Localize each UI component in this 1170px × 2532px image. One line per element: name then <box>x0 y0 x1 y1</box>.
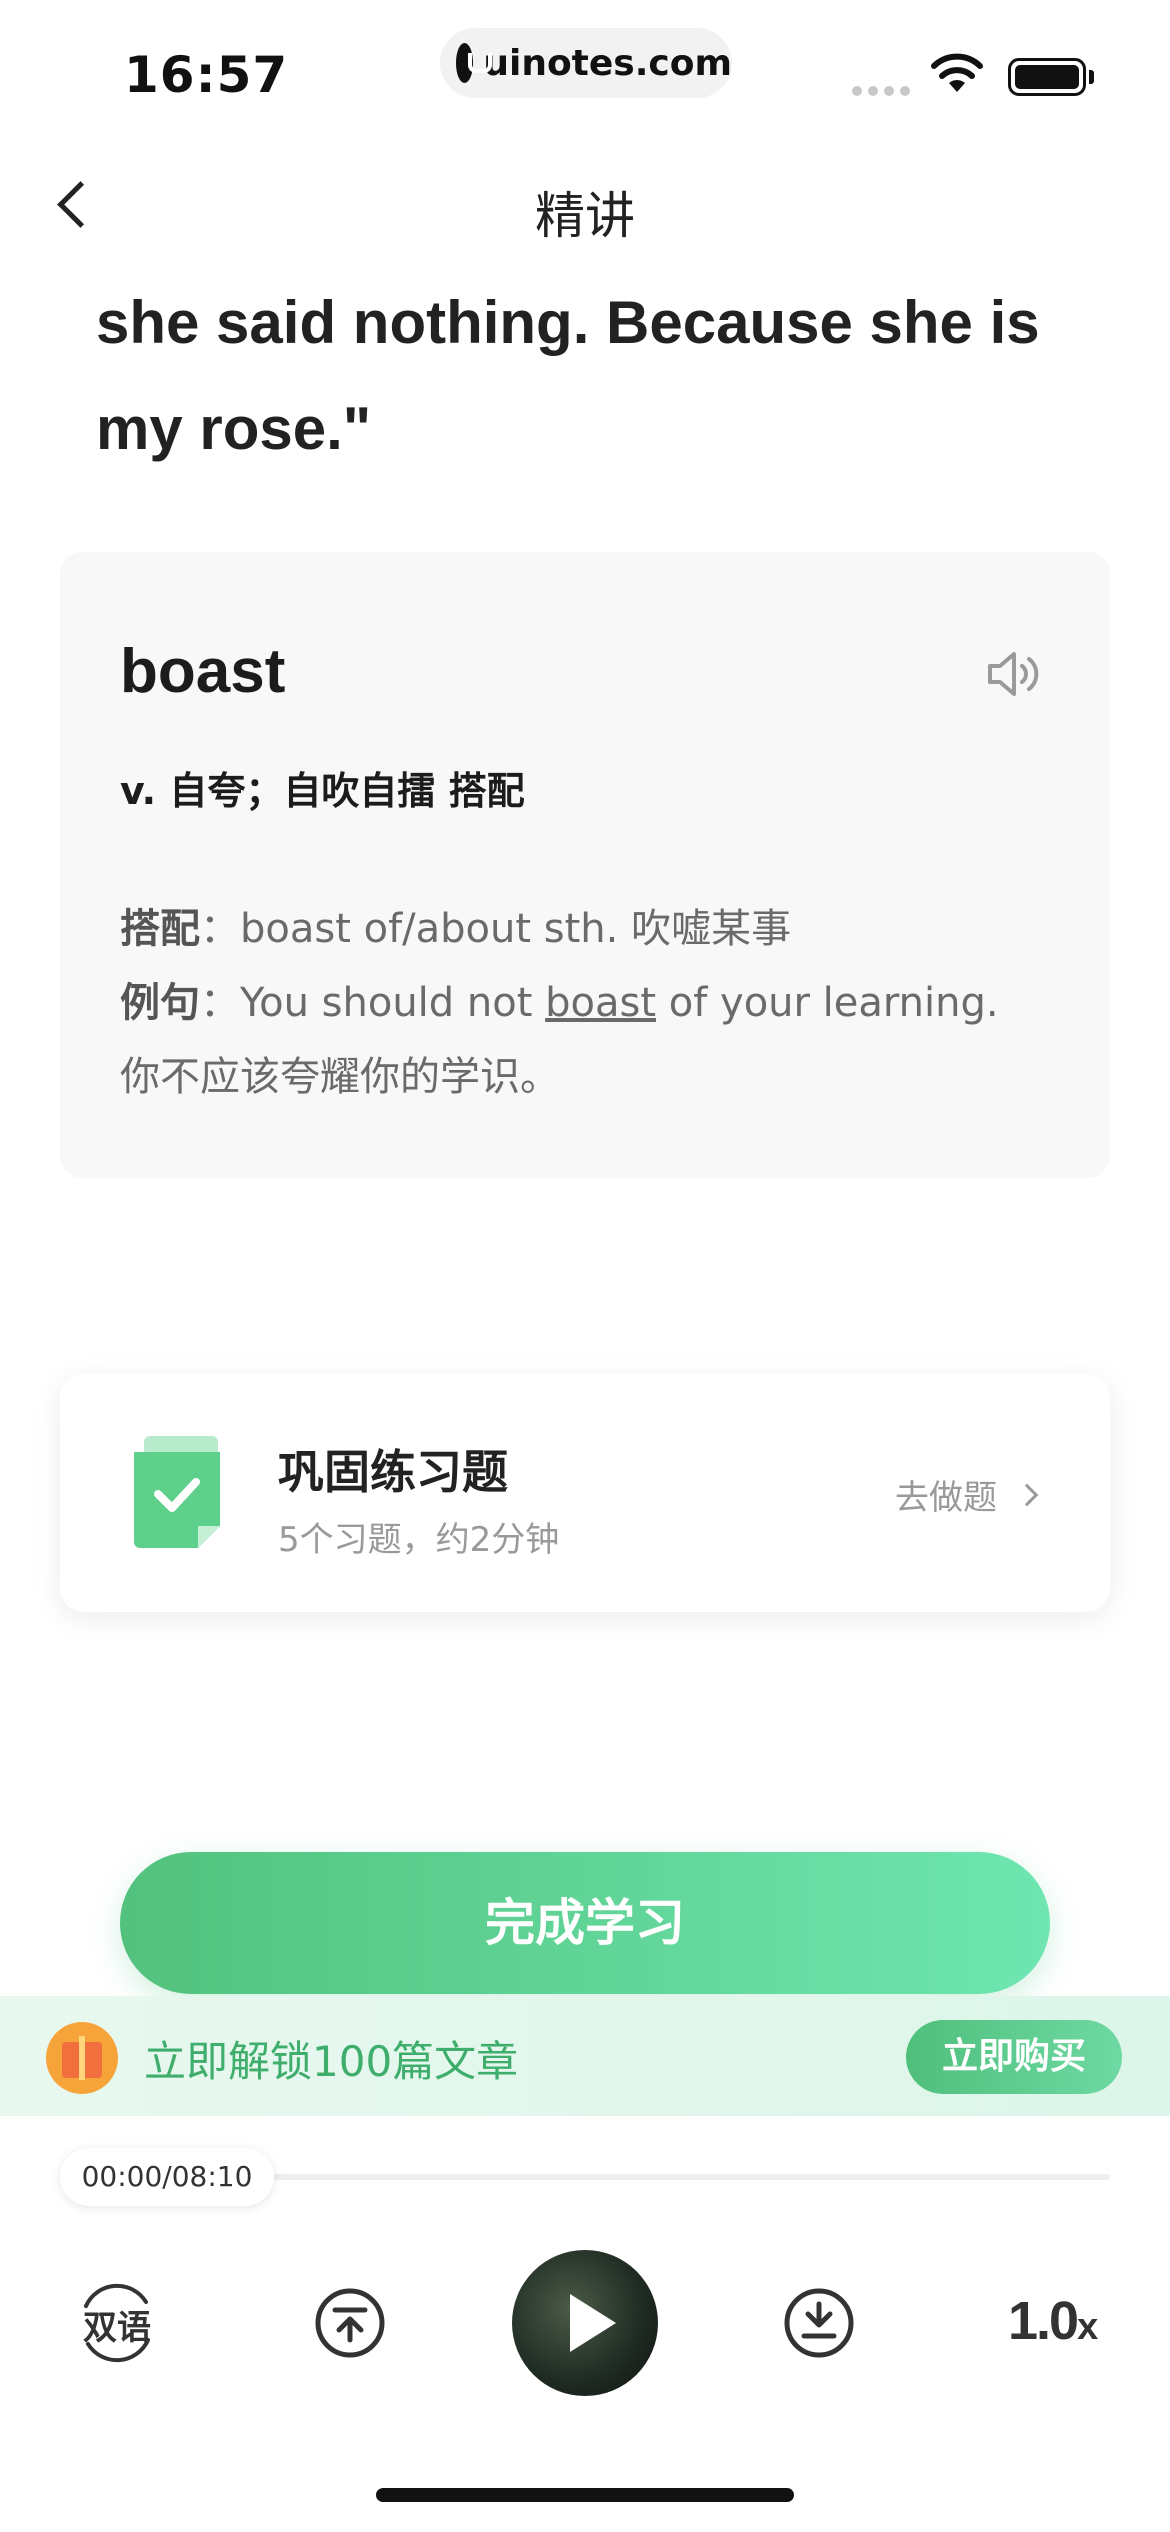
promo-banner[interactable]: 立即解锁100篇文章 立即购买 <box>0 1996 1170 2116</box>
article-line: she said nothing. Because she is <box>96 289 1040 356</box>
chevron-right-icon <box>1015 1483 1039 1506</box>
collocation-text: boast of/about sth. 吹嘘某事 <box>240 906 792 952</box>
signal-icon <box>852 86 910 96</box>
collocation-row: 搭配：boast of/about sth. 吹嘘某事 <box>120 906 792 952</box>
url-pill[interactable]: uinotes.com <box>440 28 732 98</box>
start-practice-label: 去做题 <box>895 1478 997 1518</box>
bilingual-toggle[interactable]: 双语 <box>76 2282 158 2364</box>
example-row: 例句：You should not boast of your learning… <box>120 980 999 1026</box>
example-text-before: You should not <box>240 980 546 1026</box>
practice-card[interactable]: 巩固练习题 5个习题，约2分钟 去做题 <box>60 1374 1110 1612</box>
home-indicator[interactable] <box>376 2488 794 2502</box>
nav-bar: 精讲 <box>0 160 1170 250</box>
example-translation: 你不应该夸耀你的学识。 <box>120 1054 560 1100</box>
vocab-word: boast <box>120 637 286 706</box>
site-logo-icon <box>456 43 493 83</box>
start-practice-link[interactable]: 去做题 <box>895 1470 1039 1519</box>
status-bar: 16:57 uinotes.com <box>0 0 1170 130</box>
next-sentence-icon[interactable] <box>782 2286 856 2360</box>
status-time: 16:57 <box>124 46 289 104</box>
bilingual-label: 双语 <box>83 2308 151 2348</box>
collocation-label: 搭配 <box>120 906 200 952</box>
example-label: 例句 <box>120 980 200 1026</box>
practice-title: 巩固练习题 <box>278 1445 508 1499</box>
playback-speed[interactable]: 1.0x <box>1008 2290 1098 2352</box>
word-details: 搭配：boast of/about sth. 吹嘘某事 例句：You shoul… <box>120 892 1080 1114</box>
article-text: she said nothing. Because she is my rose… <box>96 270 1076 482</box>
previous-sentence-icon[interactable] <box>313 2286 387 2360</box>
playback-time[interactable]: 00:00/08:10 <box>60 2148 274 2206</box>
part-of-speech: v. 自夸；自吹自擂 搭配 <box>120 769 525 813</box>
page-title: 精讲 <box>535 187 635 245</box>
speaker-icon[interactable] <box>986 648 1042 700</box>
buy-now-button[interactable]: 立即购买 <box>906 2020 1122 2094</box>
finish-study-button[interactable]: 完成学习 <box>120 1852 1050 1994</box>
gift-icon <box>46 2022 118 2094</box>
play-button[interactable] <box>512 2250 658 2396</box>
example-text-after: of your learning. <box>656 980 999 1026</box>
word-card: boast v. 自夸；自吹自擂 搭配 搭配：boast of/about st… <box>60 552 1110 1178</box>
article-line: my rose." <box>96 395 372 462</box>
url-text: uinotes.com <box>483 42 732 84</box>
practice-subtitle: 5个习题，约2分钟 <box>278 1520 560 1560</box>
example-highlight-word: boast <box>545 980 657 1026</box>
checklist-icon <box>134 1436 220 1548</box>
wifi-icon <box>931 53 983 92</box>
battery-icon <box>1008 58 1086 96</box>
promo-text: 立即解锁100篇文章 <box>144 2037 519 2086</box>
